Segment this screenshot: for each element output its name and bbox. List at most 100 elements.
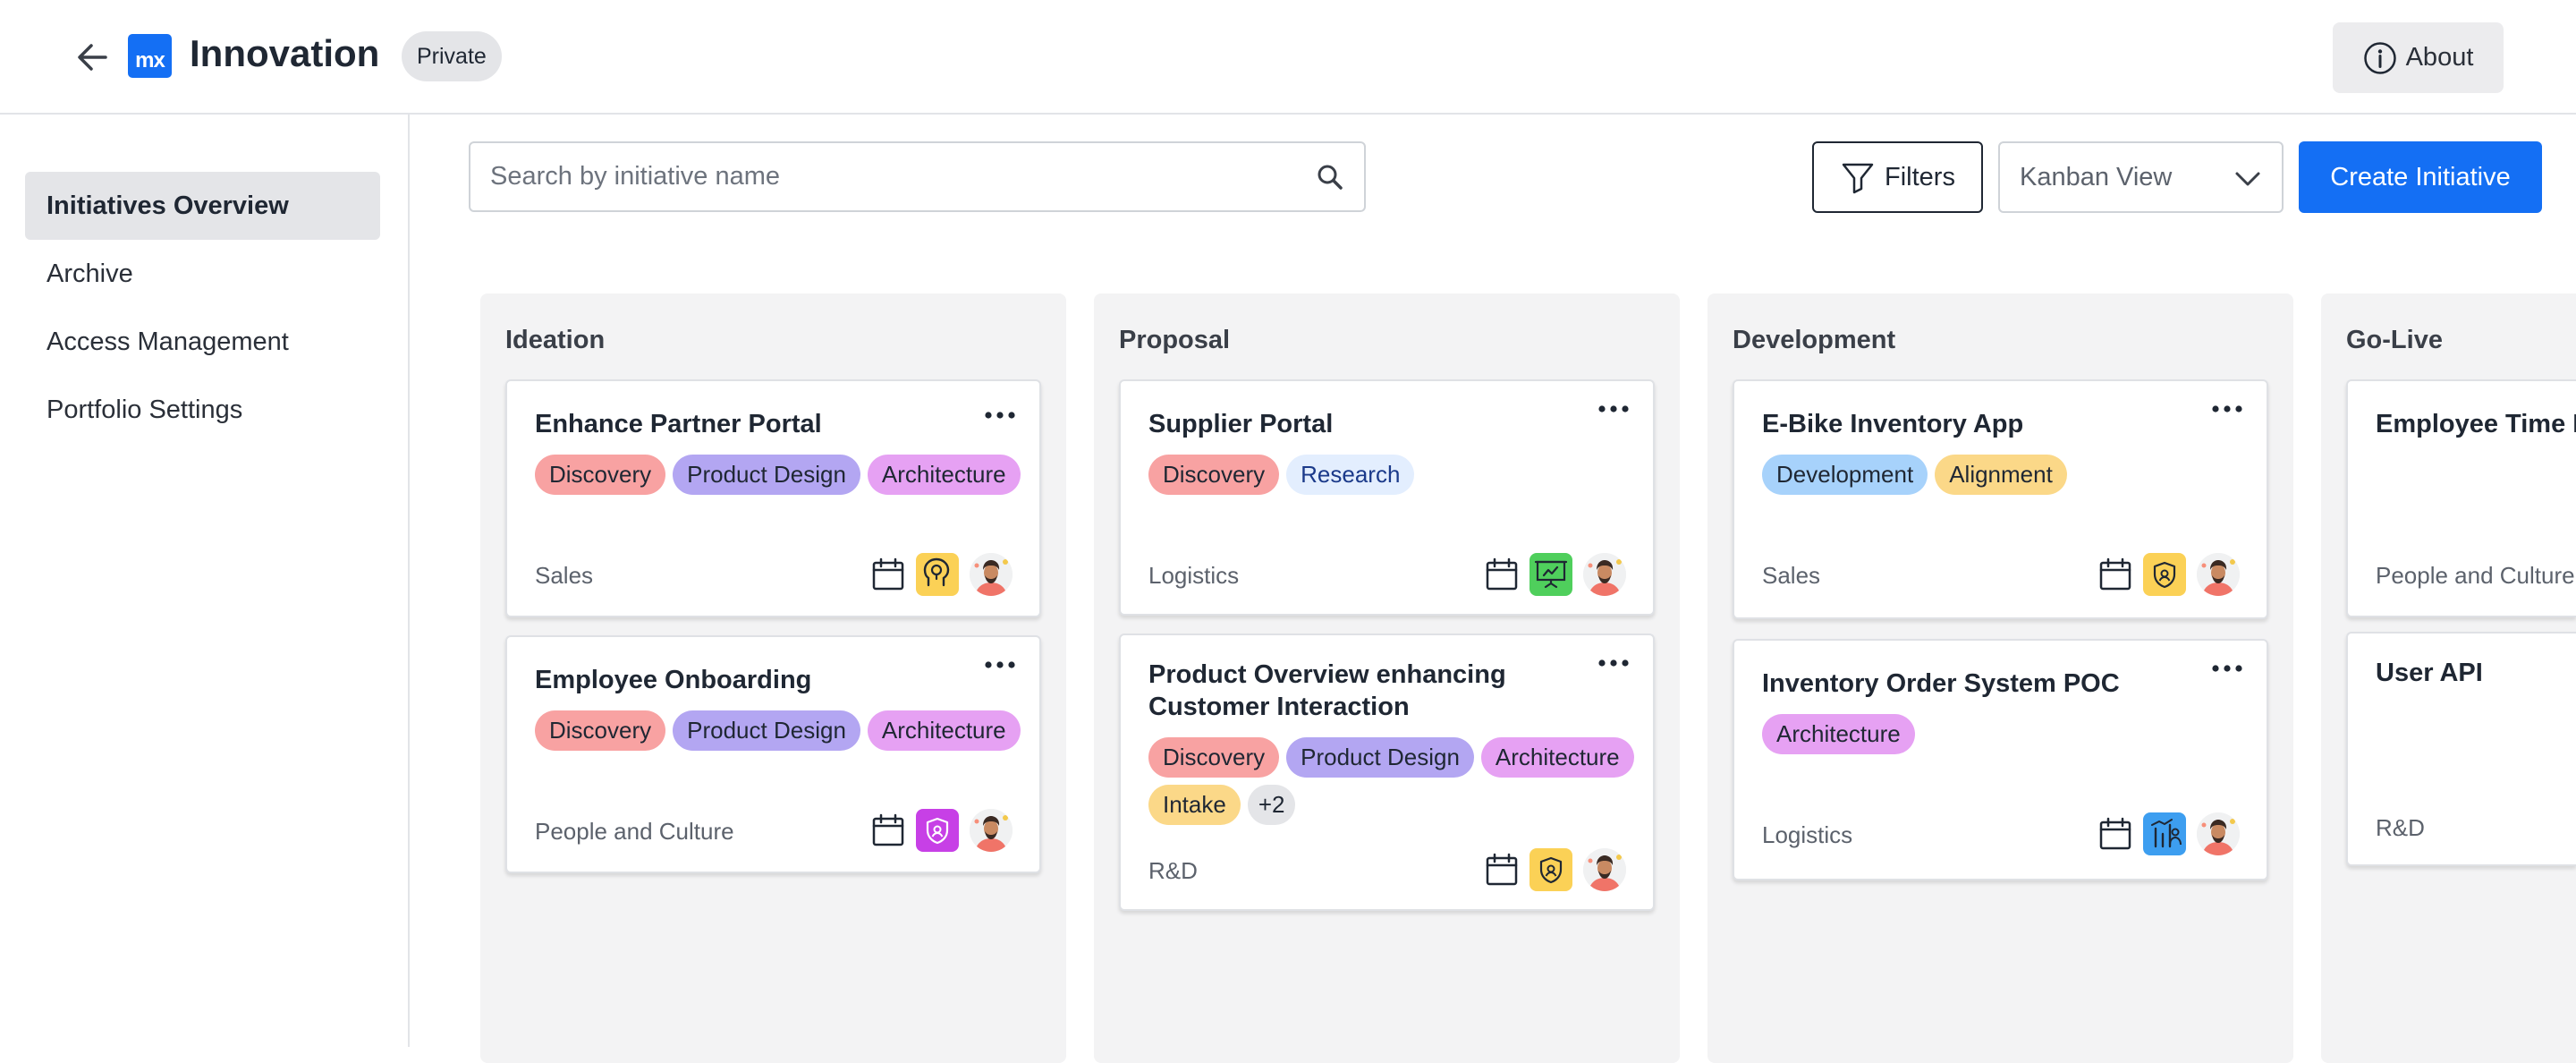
department-label: Sales [1762, 562, 1821, 589]
initiative-card[interactable]: Inventory Order System POC Architecture … [1733, 639, 2268, 880]
tag: Architecture [867, 710, 1021, 751]
card-title: Supplier Portal [1148, 410, 1334, 438]
search-input[interactable] [490, 143, 1295, 210]
calendar-icon [871, 557, 905, 591]
column-title: Proposal [1119, 326, 1231, 354]
tag: Architecture [1480, 737, 1634, 778]
tag: Development [1762, 455, 1928, 495]
more-menu-icon[interactable] [1596, 403, 1631, 415]
sidebar-item-archive[interactable]: Archive [25, 240, 380, 308]
initiative-card[interactable]: E-Bike Inventory App Development Alignme… [1733, 379, 2268, 619]
calendar-icon [1485, 557, 1519, 591]
card-title: E-Bike Inventory App [1762, 410, 2024, 438]
tag-list: Development Alignment [1762, 455, 2263, 495]
sidebar-item-label: Initiatives Overview [47, 191, 289, 220]
tag: Product Design [673, 710, 860, 751]
avatar [1583, 553, 1626, 596]
column-title: Go-Live [2346, 326, 2443, 354]
presentation-icon [1530, 553, 1572, 596]
shield-icon [2143, 553, 2186, 596]
column-proposal: Proposal Supplier Portal Discovery Resea… [1094, 293, 1680, 1063]
tag: Product Design [1286, 737, 1474, 778]
column-development: Development E-Bike Inventory App Develop… [1707, 293, 2293, 1063]
about-label: About [2405, 43, 2474, 72]
column-title: Ideation [505, 326, 606, 354]
tag-list: Discovery Product Design Architecture In… [1148, 737, 1649, 825]
tag: Discovery [535, 455, 666, 495]
lightbulb-head-icon [916, 553, 959, 596]
initiative-card[interactable]: User API R&D [2346, 632, 2576, 866]
info-icon [2363, 41, 2396, 74]
card-meta-icons [2098, 812, 2240, 855]
chevron-down-icon [2235, 172, 2260, 186]
shield-icon [1530, 848, 1572, 891]
department-label: People and Culture [2376, 562, 2575, 589]
avatar [1583, 848, 1626, 891]
initiative-card[interactable]: Enhance Partner Portal Discovery Product… [505, 379, 1041, 617]
calendar-icon [2098, 817, 2132, 851]
app-logo: mx [128, 34, 172, 78]
more-menu-icon[interactable] [1596, 657, 1631, 669]
card-title: Enhance Partner Portal [535, 410, 822, 438]
more-menu-icon[interactable] [982, 659, 1018, 671]
funnel-icon [1842, 163, 1874, 194]
tag: Discovery [1148, 737, 1280, 778]
tag: Discovery [1148, 455, 1280, 495]
app-title: Innovation [190, 32, 380, 74]
tag: Intake [1148, 785, 1241, 825]
back-arrow-icon[interactable] [72, 36, 114, 79]
tag: Product Design [673, 455, 860, 495]
tag: Discovery [535, 710, 666, 751]
shield-icon [916, 809, 959, 852]
filters-label: Filters [1885, 162, 1955, 191]
card-title: Employee Onboarding [535, 666, 812, 694]
sidebar-item-label: Portfolio Settings [47, 395, 243, 424]
department-label: Logistics [1148, 562, 1240, 589]
tag-list: Discovery Product Design Architecture [535, 710, 1036, 751]
department-label: R&D [1148, 857, 1198, 884]
avatar [970, 553, 1013, 596]
app-header: mx Innovation Private About [0, 0, 2576, 115]
sidebar-item-label: Access Management [47, 327, 289, 356]
privacy-badge: Private [402, 31, 502, 81]
search-icon[interactable] [1316, 163, 1344, 191]
department-label: R&D [2376, 814, 2425, 841]
department-label: Sales [535, 562, 594, 589]
card-meta-icons [2098, 553, 2240, 596]
sidebar-item-access-management[interactable]: Access Management [25, 308, 380, 376]
initiative-card[interactable]: Employee Time R People and Culture [2346, 379, 2576, 617]
initiative-card[interactable]: Employee Onboarding Discovery Product De… [505, 635, 1041, 873]
sidebar-item-initiatives-overview[interactable]: Initiatives Overview [25, 172, 380, 240]
calendar-icon [871, 813, 905, 847]
avatar [970, 809, 1013, 852]
more-menu-icon[interactable] [2209, 662, 2245, 675]
card-title: Product Overview enhancing Customer Inte… [1148, 660, 1506, 721]
tag: Research [1286, 455, 1415, 495]
tag: Architecture [867, 455, 1021, 495]
tag-list: Architecture [1762, 714, 2263, 754]
card-meta-icons [871, 809, 1013, 852]
card-meta-icons [1485, 553, 1626, 596]
sidebar-item-portfolio-settings[interactable]: Portfolio Settings [25, 376, 380, 444]
about-button[interactable]: About [2333, 22, 2504, 93]
more-menu-icon[interactable] [982, 409, 1018, 421]
column-ideation: Ideation Enhance Partner Portal Discover… [480, 293, 1066, 1063]
filters-button[interactable]: Filters [1812, 141, 1983, 213]
view-select[interactable]: Kanban View [1998, 141, 2284, 213]
card-title: Inventory Order System POC [1762, 669, 2120, 698]
card-title: Employee Time R [2376, 410, 2576, 438]
create-initiative-button[interactable]: Create Initiative [2299, 141, 2542, 213]
view-select-value: Kanban View [2020, 162, 2173, 191]
tag-list: Discovery Product Design Architecture [535, 455, 1036, 495]
calendar-icon [1485, 853, 1519, 887]
initiative-card[interactable]: Supplier Portal Discovery Research Logis… [1119, 379, 1655, 616]
initiative-card[interactable]: Product Overview enhancing Customer Inte… [1119, 634, 1655, 911]
department-label: People and Culture [535, 818, 734, 845]
chart-person-icon [2143, 812, 2186, 855]
more-tags-badge[interactable]: +2 [1247, 785, 1296, 825]
tag: Alignment [1935, 455, 2067, 495]
department-label: Logistics [1762, 821, 1853, 848]
sidebar-item-label: Archive [47, 259, 133, 288]
search-box [469, 141, 1366, 212]
more-menu-icon[interactable] [2209, 403, 2245, 415]
